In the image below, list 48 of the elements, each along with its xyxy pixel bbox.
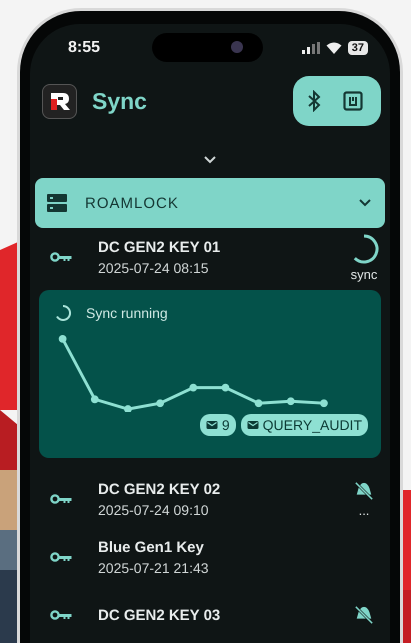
key-icon: [50, 551, 72, 563]
chart-point: [254, 399, 262, 408]
status-label: ...: [358, 502, 370, 518]
chart-point: [58, 334, 67, 343]
key-row[interactable]: Blue Gen1 Key 2025-07-21 21:43: [30, 528, 390, 586]
message-chip: QUERY_AUDIT: [240, 414, 368, 436]
chart-point: [222, 384, 230, 392]
device-group-header[interactable]: ROAMLOCK: [35, 178, 385, 228]
mail-icon: [206, 420, 218, 430]
key-name: DC GEN2 KEY 01: [98, 238, 222, 256]
key-icon: [50, 493, 72, 505]
wifi-icon: [326, 42, 342, 54]
status-time: 8:55: [68, 39, 100, 57]
mail-icon: [246, 420, 259, 430]
key-icon: [50, 251, 72, 263]
key-timestamp: 2025-07-21 21:43: [98, 560, 210, 576]
bluetooth-button[interactable]: [307, 90, 321, 112]
server-icon: [47, 194, 67, 212]
screen-title: Sync: [92, 88, 147, 114]
logo-icon: [48, 90, 70, 112]
bluetooth-icon: [307, 90, 321, 112]
key-row[interactable]: DC GEN2 KEY 02 2025-07-24 09:10 ...: [30, 470, 390, 528]
nfc-icon: [343, 91, 363, 111]
chevron-down-icon: [359, 199, 371, 207]
chevron-down-icon[interactable]: [204, 156, 216, 164]
chart-point: [320, 399, 328, 408]
key-name: DC GEN2 KEY 02: [98, 480, 222, 498]
key-timestamp: 2025-07-24 09:10: [98, 502, 210, 518]
status-label: sync: [350, 266, 378, 282]
key-row[interactable]: DC GEN2 KEY 03: [30, 586, 390, 643]
key-timestamp: 2025-07-24 08:15: [98, 260, 210, 276]
chart-point: [156, 399, 164, 408]
chart-point: [90, 395, 99, 404]
message-chip: 9: [200, 414, 236, 436]
key-name: DC GEN2 KEY 03: [98, 606, 222, 624]
sync-status: Sync running: [86, 305, 168, 321]
chart-point: [189, 384, 198, 392]
spinner-icon: [54, 304, 72, 322]
key-name: Blue Gen1 Key: [98, 538, 205, 556]
key-icon: [50, 609, 72, 621]
chart-point: [286, 397, 295, 406]
signal-icon: [302, 42, 320, 54]
bell-off-icon: [353, 605, 375, 625]
key-row[interactable]: DC GEN2 KEY 01 2025-07-24 08:15 sync: [30, 228, 390, 286]
nfc-button[interactable]: [343, 91, 363, 111]
bell-off-icon: [353, 480, 375, 500]
chart-point: [124, 405, 132, 412]
battery-level: 37: [348, 41, 368, 55]
